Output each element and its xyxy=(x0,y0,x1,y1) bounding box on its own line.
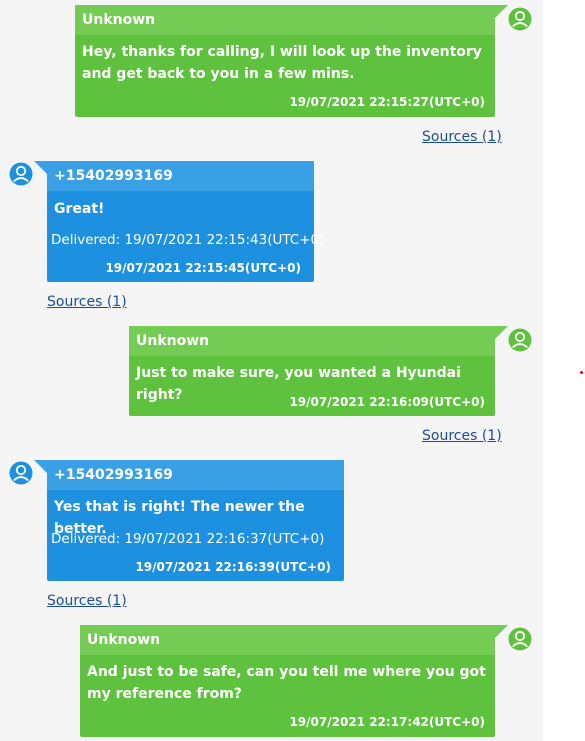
user-avatar-icon xyxy=(9,461,33,485)
bubble-tail xyxy=(495,625,508,638)
message-timestamp: 19/07/2021 22:15:45(UTC+0) xyxy=(105,261,301,275)
bubble-tail xyxy=(34,161,47,174)
message-timestamp: 19/07/2021 22:16:39(UTC+0) xyxy=(135,560,331,574)
user-avatar-icon xyxy=(508,7,532,31)
delivered-status: Delivered: 19/07/2021 22:16:37(UTC+0) xyxy=(51,531,325,547)
message-bubble-outgoing: Unknown Hey, thanks for calling, I will … xyxy=(75,5,508,117)
message-sender: +15402993169 xyxy=(47,161,314,191)
message-sender: Unknown xyxy=(129,326,495,356)
message-bubble-incoming: +15402993169 Yes that is right! The newe… xyxy=(34,460,344,581)
message-bubble-outgoing: Unknown Just to make sure, you wanted a … xyxy=(129,326,508,416)
conversation-panel: Unknown Hey, thanks for calling, I will … xyxy=(0,0,543,741)
delivered-status: Delivered: 19/07/2021 22:15:43(UTC+0) xyxy=(51,232,325,248)
user-avatar-icon xyxy=(508,627,532,651)
bubble-tail xyxy=(495,5,508,18)
user-avatar-icon xyxy=(9,162,33,186)
message-text: And just to be safe, can you tell me whe… xyxy=(87,664,486,702)
sources-link[interactable]: Sources (1) xyxy=(47,294,127,310)
message-timestamp: 19/07/2021 22:17:42(UTC+0) xyxy=(289,715,485,729)
message-sender: +15402993169 xyxy=(47,460,344,490)
message-text: Hey, thanks for calling, I will look up … xyxy=(82,44,482,82)
message-bubble-outgoing: Unknown And just to be safe, can you tel… xyxy=(80,625,508,737)
bubble-tail xyxy=(495,326,508,339)
sources-link[interactable]: Sources (1) xyxy=(47,593,127,609)
message-sender: Unknown xyxy=(80,625,495,655)
message-sender: Unknown xyxy=(75,5,495,35)
message-timestamp: 19/07/2021 22:16:09(UTC+0) xyxy=(289,395,485,409)
bubble-tail xyxy=(34,460,47,473)
message-bubble-incoming: +15402993169 Great! Delivered: 19/07/202… xyxy=(34,161,324,282)
red-dot-marker xyxy=(580,371,583,374)
message-text: Great! xyxy=(54,201,105,217)
sources-link[interactable]: Sources (1) xyxy=(422,428,502,444)
message-timestamp: 19/07/2021 22:15:27(UTC+0) xyxy=(289,95,485,109)
user-avatar-icon xyxy=(508,328,532,352)
sources-link[interactable]: Sources (1) xyxy=(422,129,502,145)
